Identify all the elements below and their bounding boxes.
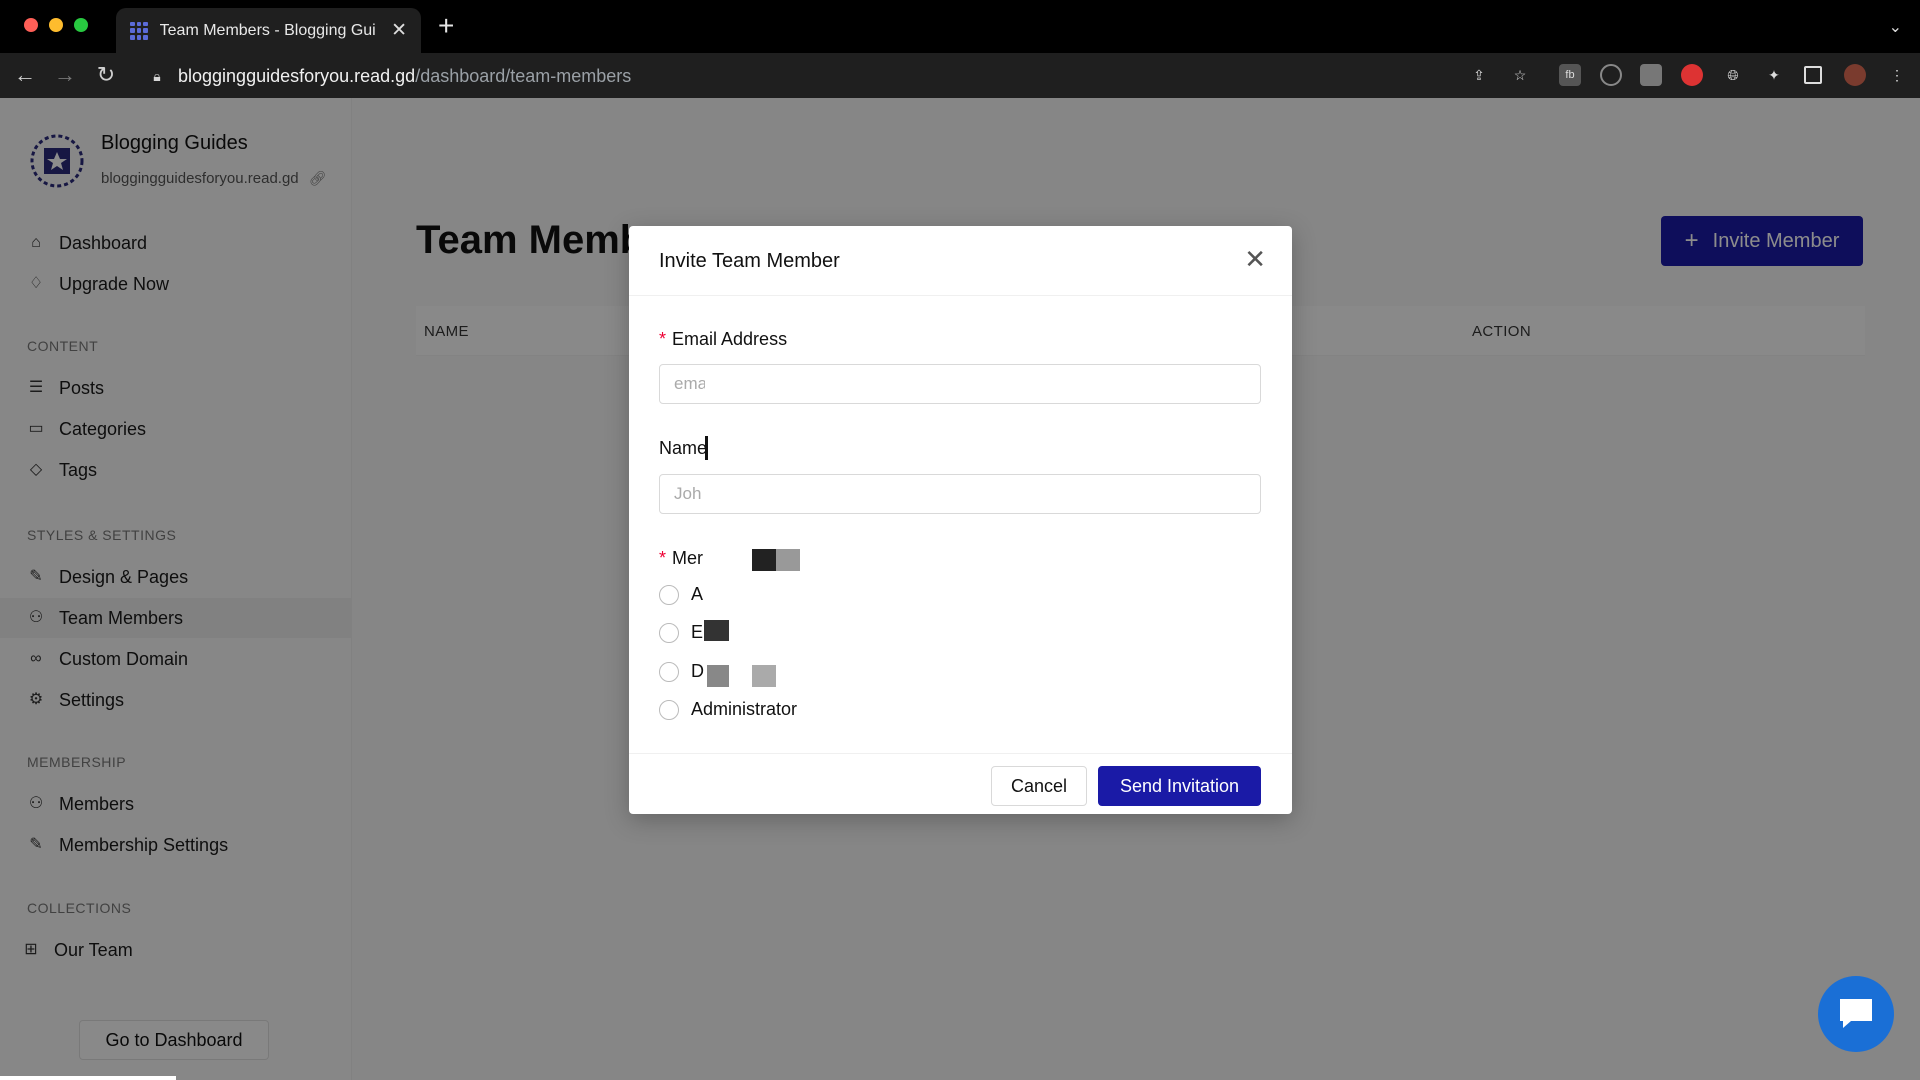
reload-icon[interactable]: ↻ bbox=[93, 62, 119, 88]
tab-search-chevron-icon[interactable]: ⌄ bbox=[1889, 17, 1902, 37]
url-path: /dashboard/team-members bbox=[415, 65, 632, 86]
role-option-a[interactable]: A bbox=[659, 584, 703, 605]
role-option-d[interactable]: D bbox=[659, 661, 704, 682]
url-host: bloggingguidesforyou.read.gd bbox=[178, 65, 416, 86]
required-asterisk: * bbox=[659, 548, 667, 568]
minimize-window-button[interactable] bbox=[49, 18, 63, 32]
address-bar[interactable]: 🔒︎ bloggingguidesforyou.read.gd /dashboa… bbox=[148, 60, 1468, 92]
browser-tabbar: Team Members - Blogging Gui ✕ + ⌄ bbox=[0, 0, 1920, 53]
render-glitch-block bbox=[752, 549, 776, 571]
extension-fb-icon[interactable]: fb bbox=[1559, 64, 1581, 86]
close-window-button[interactable] bbox=[24, 18, 38, 32]
render-glitch-area bbox=[705, 474, 1140, 514]
extension-pokeball-icon[interactable] bbox=[1681, 64, 1703, 86]
render-glitch-block bbox=[776, 549, 800, 571]
browser-tab[interactable]: Team Members - Blogging Gui ✕ bbox=[116, 8, 421, 53]
role-label-text: Mer bbox=[672, 548, 704, 568]
render-glitch-area bbox=[705, 364, 1140, 404]
email-label: * Email Address bbox=[659, 329, 787, 350]
send-invitation-button[interactable]: Send Invitation bbox=[1098, 766, 1261, 806]
name-label: Name bbox=[659, 438, 708, 458]
bookmark-star-icon[interactable]: ☆ bbox=[1509, 64, 1531, 86]
extension-screenshot-icon[interactable] bbox=[1640, 64, 1662, 86]
render-glitch-block bbox=[707, 665, 729, 687]
role-option-e[interactable]: E bbox=[659, 622, 703, 643]
forward-arrow-icon[interactable]: → bbox=[52, 62, 78, 88]
radio-button[interactable] bbox=[659, 699, 679, 720]
cancel-button[interactable]: Cancel bbox=[991, 766, 1087, 806]
share-icon[interactable]: ⇪ bbox=[1468, 64, 1490, 86]
modal-header: Invite Team Member ✕ bbox=[629, 226, 1292, 296]
role-label: * Mer bbox=[659, 548, 703, 569]
lock-icon: 🔒︎ bbox=[153, 68, 161, 84]
page: Blogging Guides bloggingguidesforyou.rea… bbox=[0, 98, 1920, 1080]
back-arrow-icon[interactable]: ← bbox=[12, 62, 38, 88]
role-option-label: Administrator bbox=[691, 699, 798, 719]
render-glitch-block bbox=[704, 620, 729, 641]
role-option-administrator[interactable]: Administrator bbox=[659, 699, 797, 720]
radio-button[interactable] bbox=[659, 584, 679, 605]
modal-title: Invite Team Member bbox=[659, 250, 840, 272]
progress-strip bbox=[0, 1076, 176, 1080]
radio-button[interactable] bbox=[659, 622, 679, 643]
role-option-label: D bbox=[691, 661, 704, 681]
tab-close-icon[interactable]: ✕ bbox=[391, 21, 407, 40]
text-cursor bbox=[705, 436, 708, 460]
radio-button[interactable] bbox=[659, 661, 679, 682]
new-tab-icon[interactable]: + bbox=[438, 12, 454, 40]
invite-team-member-modal: Invite Team Member ✕ *Email Address Name… bbox=[629, 226, 1292, 814]
render-glitch-block bbox=[752, 665, 776, 687]
email-label-text: Email Address bbox=[672, 329, 788, 349]
profile-avatar[interactable] bbox=[1844, 64, 1866, 86]
required-asterisk: * bbox=[659, 329, 667, 349]
side-panel-icon[interactable] bbox=[1804, 66, 1822, 84]
tab-title: Team Members - Blogging Gui bbox=[159, 21, 376, 39]
extension-grammarly-icon[interactable] bbox=[1600, 64, 1622, 86]
modal-footer: Cancel Send Invitation bbox=[629, 753, 1292, 814]
extensions-puzzle-icon[interactable]: ✦ bbox=[1763, 64, 1785, 86]
site-favicon-icon bbox=[130, 21, 148, 40]
role-option-label: E bbox=[691, 622, 704, 642]
close-icon[interactable]: ✕ bbox=[1244, 246, 1266, 272]
extension-globe-icon[interactable]: 🌐︎ bbox=[1722, 64, 1744, 86]
role-option-label: A bbox=[691, 584, 704, 604]
maximize-window-button[interactable] bbox=[74, 18, 88, 32]
chat-bubble-icon bbox=[1840, 999, 1872, 1028]
browser-menu-icon[interactable]: ⋮ bbox=[1886, 64, 1908, 86]
chat-support-button[interactable] bbox=[1818, 976, 1894, 1052]
browser-toolbar: ← → ↻ 🔒︎ bloggingguidesforyou.read.gd /d… bbox=[0, 53, 1920, 98]
